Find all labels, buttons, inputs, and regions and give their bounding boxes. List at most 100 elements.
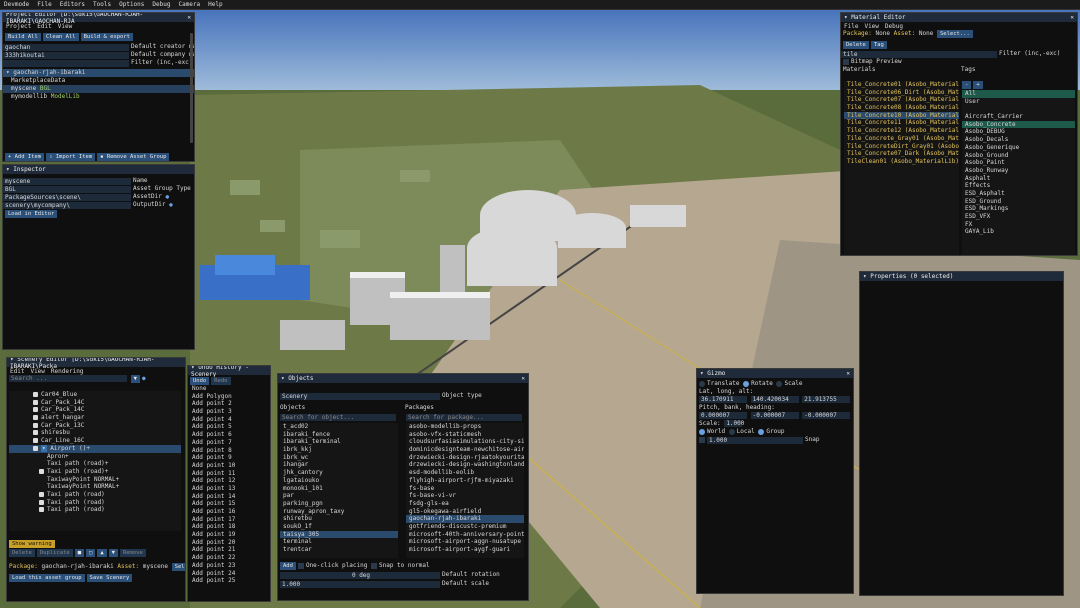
folder-icon[interactable]: ■	[74, 549, 84, 557]
list-item[interactable]: Asobo_Runway	[962, 167, 1075, 175]
list-item[interactable]: Add point 23	[189, 562, 270, 570]
list-item[interactable]: ESD_Ground	[962, 198, 1075, 206]
list-item[interactable]: par	[280, 492, 398, 500]
import-item-button[interactable]: ⇩ Import Item	[46, 153, 96, 161]
list-item[interactable]: Add point 3	[189, 408, 270, 416]
remove-button[interactable]: Remove	[119, 549, 146, 557]
list-item[interactable]: Add Polygon	[189, 393, 270, 401]
list-item[interactable]: fs-base	[406, 485, 524, 493]
menu-view[interactable]: View	[861, 23, 881, 30]
heading-field[interactable]: -0.000007	[802, 412, 851, 419]
list-item[interactable]: GAYA_Lib	[962, 228, 1075, 236]
snap-field[interactable]: 1.000	[707, 436, 803, 444]
lock-icon[interactable]	[33, 438, 38, 444]
list-item[interactable]: soukO_1f	[280, 523, 398, 531]
list-item[interactable]: Add point 19	[189, 531, 270, 539]
list-item[interactable]: Add point 13	[189, 485, 270, 493]
group-radio[interactable]	[758, 428, 765, 435]
lock-icon[interactable]	[33, 399, 38, 405]
list-item[interactable]: Apron+	[9, 453, 181, 461]
scale-radio[interactable]	[776, 380, 783, 387]
list-item[interactable]: flyhigh-airport-rjfm-miyazaki	[406, 477, 524, 485]
load-in-editor-button[interactable]: Load in Editor	[5, 210, 58, 218]
menu-devmode[interactable]: Devmode	[0, 1, 33, 8]
list-item[interactable]: Tile_Concrete01 (Asobo_MaterialLib)	[844, 81, 959, 89]
output-dir-field[interactable]: scenery\mycompany\	[3, 201, 131, 209]
list-item[interactable]: Asphalt	[962, 175, 1075, 183]
list-item[interactable]: Aircraft_Carrier	[962, 113, 1075, 121]
materials-list[interactable]: Tile_Concrete01 (Asobo_MaterialLib) Tile…	[844, 81, 959, 255]
clean-all-button[interactable]: Clean All	[42, 33, 79, 41]
company-name-field[interactable]: 333hikoutai	[3, 51, 129, 59]
undo-history-list[interactable]: None Add Polygon Add point 2 Add point 3…	[188, 385, 270, 585]
list-item[interactable]: microsoft-airport-aggn-nusatupe	[406, 538, 524, 546]
list-item[interactable]: alert_hangar	[9, 414, 181, 422]
list-item[interactable]: Add point 9	[189, 454, 270, 462]
object-search-input[interactable]: Search for object...	[280, 414, 396, 421]
list-item[interactable]: Car_Pack_14C	[9, 399, 181, 407]
list-item[interactable]: Car_Pack_14C	[9, 406, 181, 414]
list-item[interactable]: cloudsurfasiasimulations-city-singapo	[406, 438, 524, 446]
lock-icon[interactable]	[33, 430, 38, 436]
list-item[interactable]: ESD_VFX	[962, 213, 1075, 221]
scenery-editor-titlebar[interactable]: ▾ Scenery Editor [D:\sdk15\GAOCHAN-RJAH-…	[7, 358, 185, 370]
show-warning-button[interactable]: Show warning	[9, 540, 55, 548]
list-item[interactable]: Effects	[962, 182, 1075, 190]
list-item[interactable]: Add point 2	[189, 400, 270, 408]
objects-list[interactable]: t_acd02 ibaraki_fence ibaraki_terminal i…	[280, 423, 398, 558]
menu-debug[interactable]: Debug	[148, 1, 174, 8]
list-item[interactable]: Add point 14	[189, 493, 270, 501]
one-click-placing-checkbox[interactable]	[297, 562, 304, 569]
list-item[interactable]: Taxi path (road)+	[9, 460, 181, 468]
folder-open-icon[interactable]: □	[86, 549, 96, 557]
pitch-field[interactable]: 0.000007	[699, 412, 747, 419]
list-item[interactable]: Taxi path (road)	[9, 491, 181, 499]
list-item[interactable]: FX	[962, 221, 1075, 229]
list-item[interactable]: gotfriends-discustc-premium	[406, 523, 524, 531]
list-item[interactable]: Add point 15	[189, 500, 270, 508]
undo-button[interactable]: Undo	[190, 377, 210, 385]
list-item[interactable]: Asobo_Paint	[962, 159, 1075, 167]
close-icon[interactable]: ✕	[846, 370, 853, 377]
list-item[interactable]: ▾ Airport ()+	[9, 444, 181, 453]
menu-help[interactable]: Help	[204, 1, 226, 8]
list-item[interactable]: ibaraki_terminal	[280, 438, 398, 446]
scenery-search-input[interactable]: Search ...	[9, 375, 127, 382]
list-item[interactable]: drzewiecki-design-rjaatokyourita	[406, 454, 524, 462]
chevron-down-icon[interactable]: ▾	[6, 166, 10, 173]
list-item[interactable]: ibaraki_fence	[280, 431, 398, 439]
bitmap-preview-checkbox[interactable]	[843, 58, 849, 65]
lock-icon[interactable]	[33, 392, 38, 397]
scale-field[interactable]: 1.000	[724, 420, 744, 427]
list-item[interactable]: All	[962, 90, 1075, 98]
list-item[interactable]: trentcar	[280, 546, 398, 554]
list-item[interactable]: monooki_101	[280, 485, 398, 493]
creator-name-field[interactable]: gaochan	[3, 43, 129, 51]
altitude-field[interactable]: 21.913755	[802, 396, 851, 403]
add-object-button[interactable]: Add	[280, 562, 296, 570]
list-item[interactable]: Add point 8	[189, 447, 270, 455]
list-item[interactable]: asobo-vfx-staticmesh	[406, 431, 524, 439]
list-item[interactable]: microsoft-40th-anniversary-point-of-i	[406, 531, 524, 539]
list-item[interactable]: fsdg-gls-ea	[406, 500, 524, 508]
list-item[interactable]: Car04_Blue	[9, 391, 181, 399]
list-item[interactable]: jhk_cantory	[280, 469, 398, 477]
tag-button[interactable]: Tag	[870, 41, 887, 49]
save-scenery-button[interactable]: Save Scenery	[86, 574, 133, 582]
tree-root[interactable]: ▾ gaochan-rjah-ibaraki	[3, 69, 194, 77]
snap-checkbox[interactable]	[699, 437, 705, 443]
list-item[interactable]: parking_pgn	[280, 500, 398, 508]
list-item[interactable]: dominicdesignteam-newchitose-airport	[406, 446, 524, 454]
lock-icon[interactable]	[33, 422, 38, 428]
list-item[interactable]: TaxiwayPoint NORMAL+	[9, 483, 181, 491]
tags-list[interactable]: All User Aircraft_Carrier Asobo_Concrete…	[962, 90, 1075, 255]
duplicate-button[interactable]: Duplicate	[36, 549, 73, 557]
list-item[interactable]: Add point 18	[189, 523, 270, 531]
list-item[interactable]: Asobo_Decals	[962, 136, 1075, 144]
package-search-input[interactable]: Search for package...	[406, 414, 522, 421]
objects-titlebar[interactable]: ▾ Objects ✕	[278, 374, 528, 383]
list-item[interactable]: shiresbu	[9, 429, 181, 437]
list-item[interactable]: Tile_Concrete12 (Asobo_MaterialLib)	[844, 127, 959, 135]
list-item[interactable]: shiretbu	[280, 515, 398, 523]
project-editor-titlebar[interactable]: Project Editor [D:\sdk15\GAOCHAN-RJAH-IB…	[3, 13, 194, 25]
